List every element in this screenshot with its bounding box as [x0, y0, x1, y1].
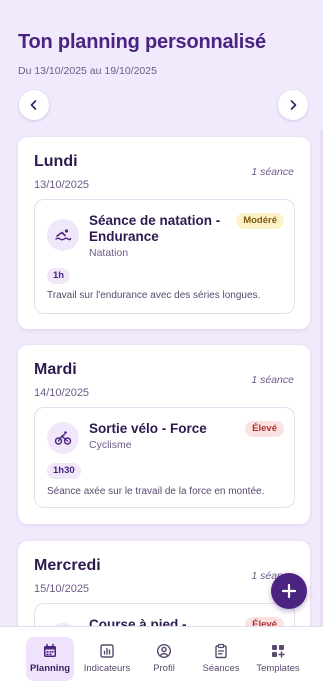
nav-label: Templates — [256, 663, 300, 674]
day-card-mercredi: Mercredi 15/10/2025 1 séance Course à pi… — [18, 541, 310, 626]
intensity-badge: Élevé — [245, 617, 284, 626]
duration-badge: 1h30 — [47, 463, 81, 479]
planning-scroll-area[interactable]: Ton planning personnalisé Du 13/10/2025 … — [0, 0, 323, 626]
session-sport: Natation — [89, 247, 129, 259]
next-week-button[interactable] — [278, 90, 308, 120]
nav-item-planning[interactable]: Planning — [26, 637, 74, 681]
session-title: Séance de natation - Endurance — [89, 213, 221, 244]
day-name: Lundi — [34, 153, 78, 170]
intensity-badge: Élevé — [245, 421, 284, 437]
day-date: 13/10/2025 — [34, 179, 90, 191]
session-count: 1 séance — [251, 166, 294, 178]
nav-label: Indicateurs — [83, 663, 131, 674]
bottom-navigation: Planning Indicateurs Profil Séances Temp… — [0, 626, 323, 700]
chevron-left-icon — [30, 100, 37, 110]
day-name: Mardi — [34, 361, 77, 378]
templates-icon — [272, 645, 285, 658]
day-card-mardi: Mardi 14/10/2025 1 séance Sortie vélo - … — [18, 345, 310, 524]
day-date: 15/10/2025 — [34, 583, 90, 595]
chevron-right-icon — [290, 100, 297, 110]
day-date: 14/10/2025 — [34, 387, 90, 399]
session-title: Sortie vélo - Force — [89, 421, 207, 436]
day-card-lundi: Lundi 13/10/2025 1 séance Séance de nata… — [18, 137, 310, 329]
sport-icon-circle — [47, 422, 79, 454]
day-name: Mercredi — [34, 557, 101, 574]
session-card[interactable]: Séance de natation - Endurance Natation … — [34, 199, 295, 314]
nav-item-templates[interactable]: Templates — [254, 637, 302, 681]
bike-icon — [54, 431, 72, 445]
nav-label: Séances — [202, 663, 240, 674]
swimming-icon — [55, 229, 72, 241]
duration-badge: 1h — [47, 268, 71, 284]
calendar-icon — [44, 643, 56, 657]
date-range: Du 13/10/2025 au 19/10/2025 — [18, 65, 157, 77]
sport-icon-circle — [47, 219, 79, 251]
page-title: Ton planning personnalisé — [18, 31, 266, 53]
clipboard-icon — [215, 643, 227, 659]
chart-icon — [100, 644, 114, 658]
nav-item-seances[interactable]: Séances — [197, 637, 245, 681]
add-session-button[interactable] — [271, 573, 307, 609]
nav-item-indicateurs[interactable]: Indicateurs — [83, 637, 131, 681]
nav-item-profil[interactable]: Profil — [140, 637, 188, 681]
intensity-badge: Modéré — [236, 213, 284, 229]
session-count: 1 séance — [251, 374, 294, 386]
user-icon — [156, 643, 172, 659]
nav-label: Profil — [153, 663, 175, 674]
session-description: Travail sur l'endurance avec des séries … — [47, 290, 261, 301]
session-card[interactable]: Sortie vélo - Force Cyclisme Élevé 1h30 … — [34, 407, 295, 508]
nav-label: Planning — [29, 663, 71, 674]
session-sport: Cyclisme — [89, 439, 132, 451]
previous-week-button[interactable] — [19, 90, 49, 120]
session-title: Course à pied - — [89, 617, 187, 626]
session-description: Séance axée sur le travail de la force e… — [47, 486, 265, 497]
session-card[interactable]: Course à pied - Élevé — [34, 603, 295, 626]
plus-icon — [281, 583, 297, 599]
